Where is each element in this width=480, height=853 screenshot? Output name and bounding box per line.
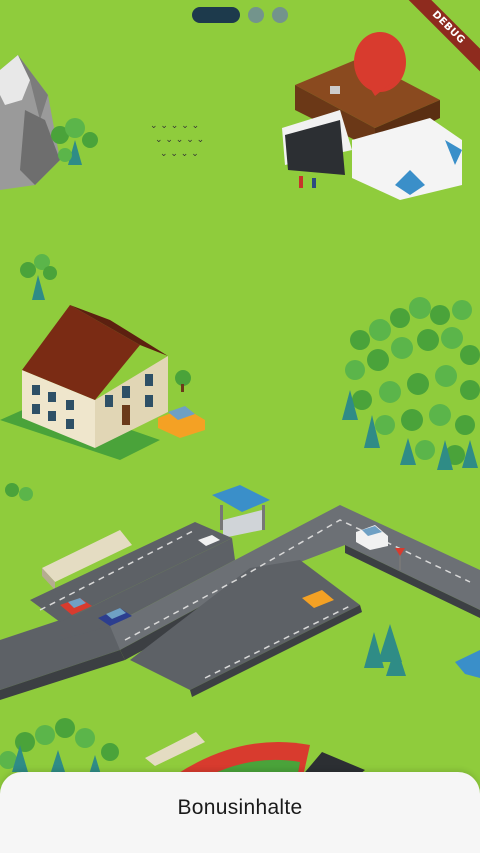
svg-text:⌄ ⌄ ⌄ ⌄ ⌄: ⌄ ⌄ ⌄ ⌄ ⌄: [150, 121, 199, 131]
page-dot-3[interactable]: [272, 7, 288, 23]
bottom-sheet-title[interactable]: Bonusinhalte: [177, 796, 302, 820]
page-dot-2[interactable]: [248, 7, 264, 23]
svg-text:⌄ ⌄ ⌄ ⌄: ⌄ ⌄ ⌄ ⌄: [160, 149, 199, 159]
page-indicator[interactable]: [0, 7, 480, 23]
page-dot-1[interactable]: [192, 7, 240, 23]
city-map[interactable]: ⌄ ⌄ ⌄ ⌄ ⌄ ⌄ ⌄ ⌄ ⌄ ⌄ ⌄ ⌄ ⌄ ⌄: [0, 0, 480, 853]
svg-text:⌄ ⌄ ⌄ ⌄ ⌄: ⌄ ⌄ ⌄ ⌄ ⌄: [155, 135, 204, 145]
bottom-sheet[interactable]: Bonusinhalte: [0, 772, 480, 853]
